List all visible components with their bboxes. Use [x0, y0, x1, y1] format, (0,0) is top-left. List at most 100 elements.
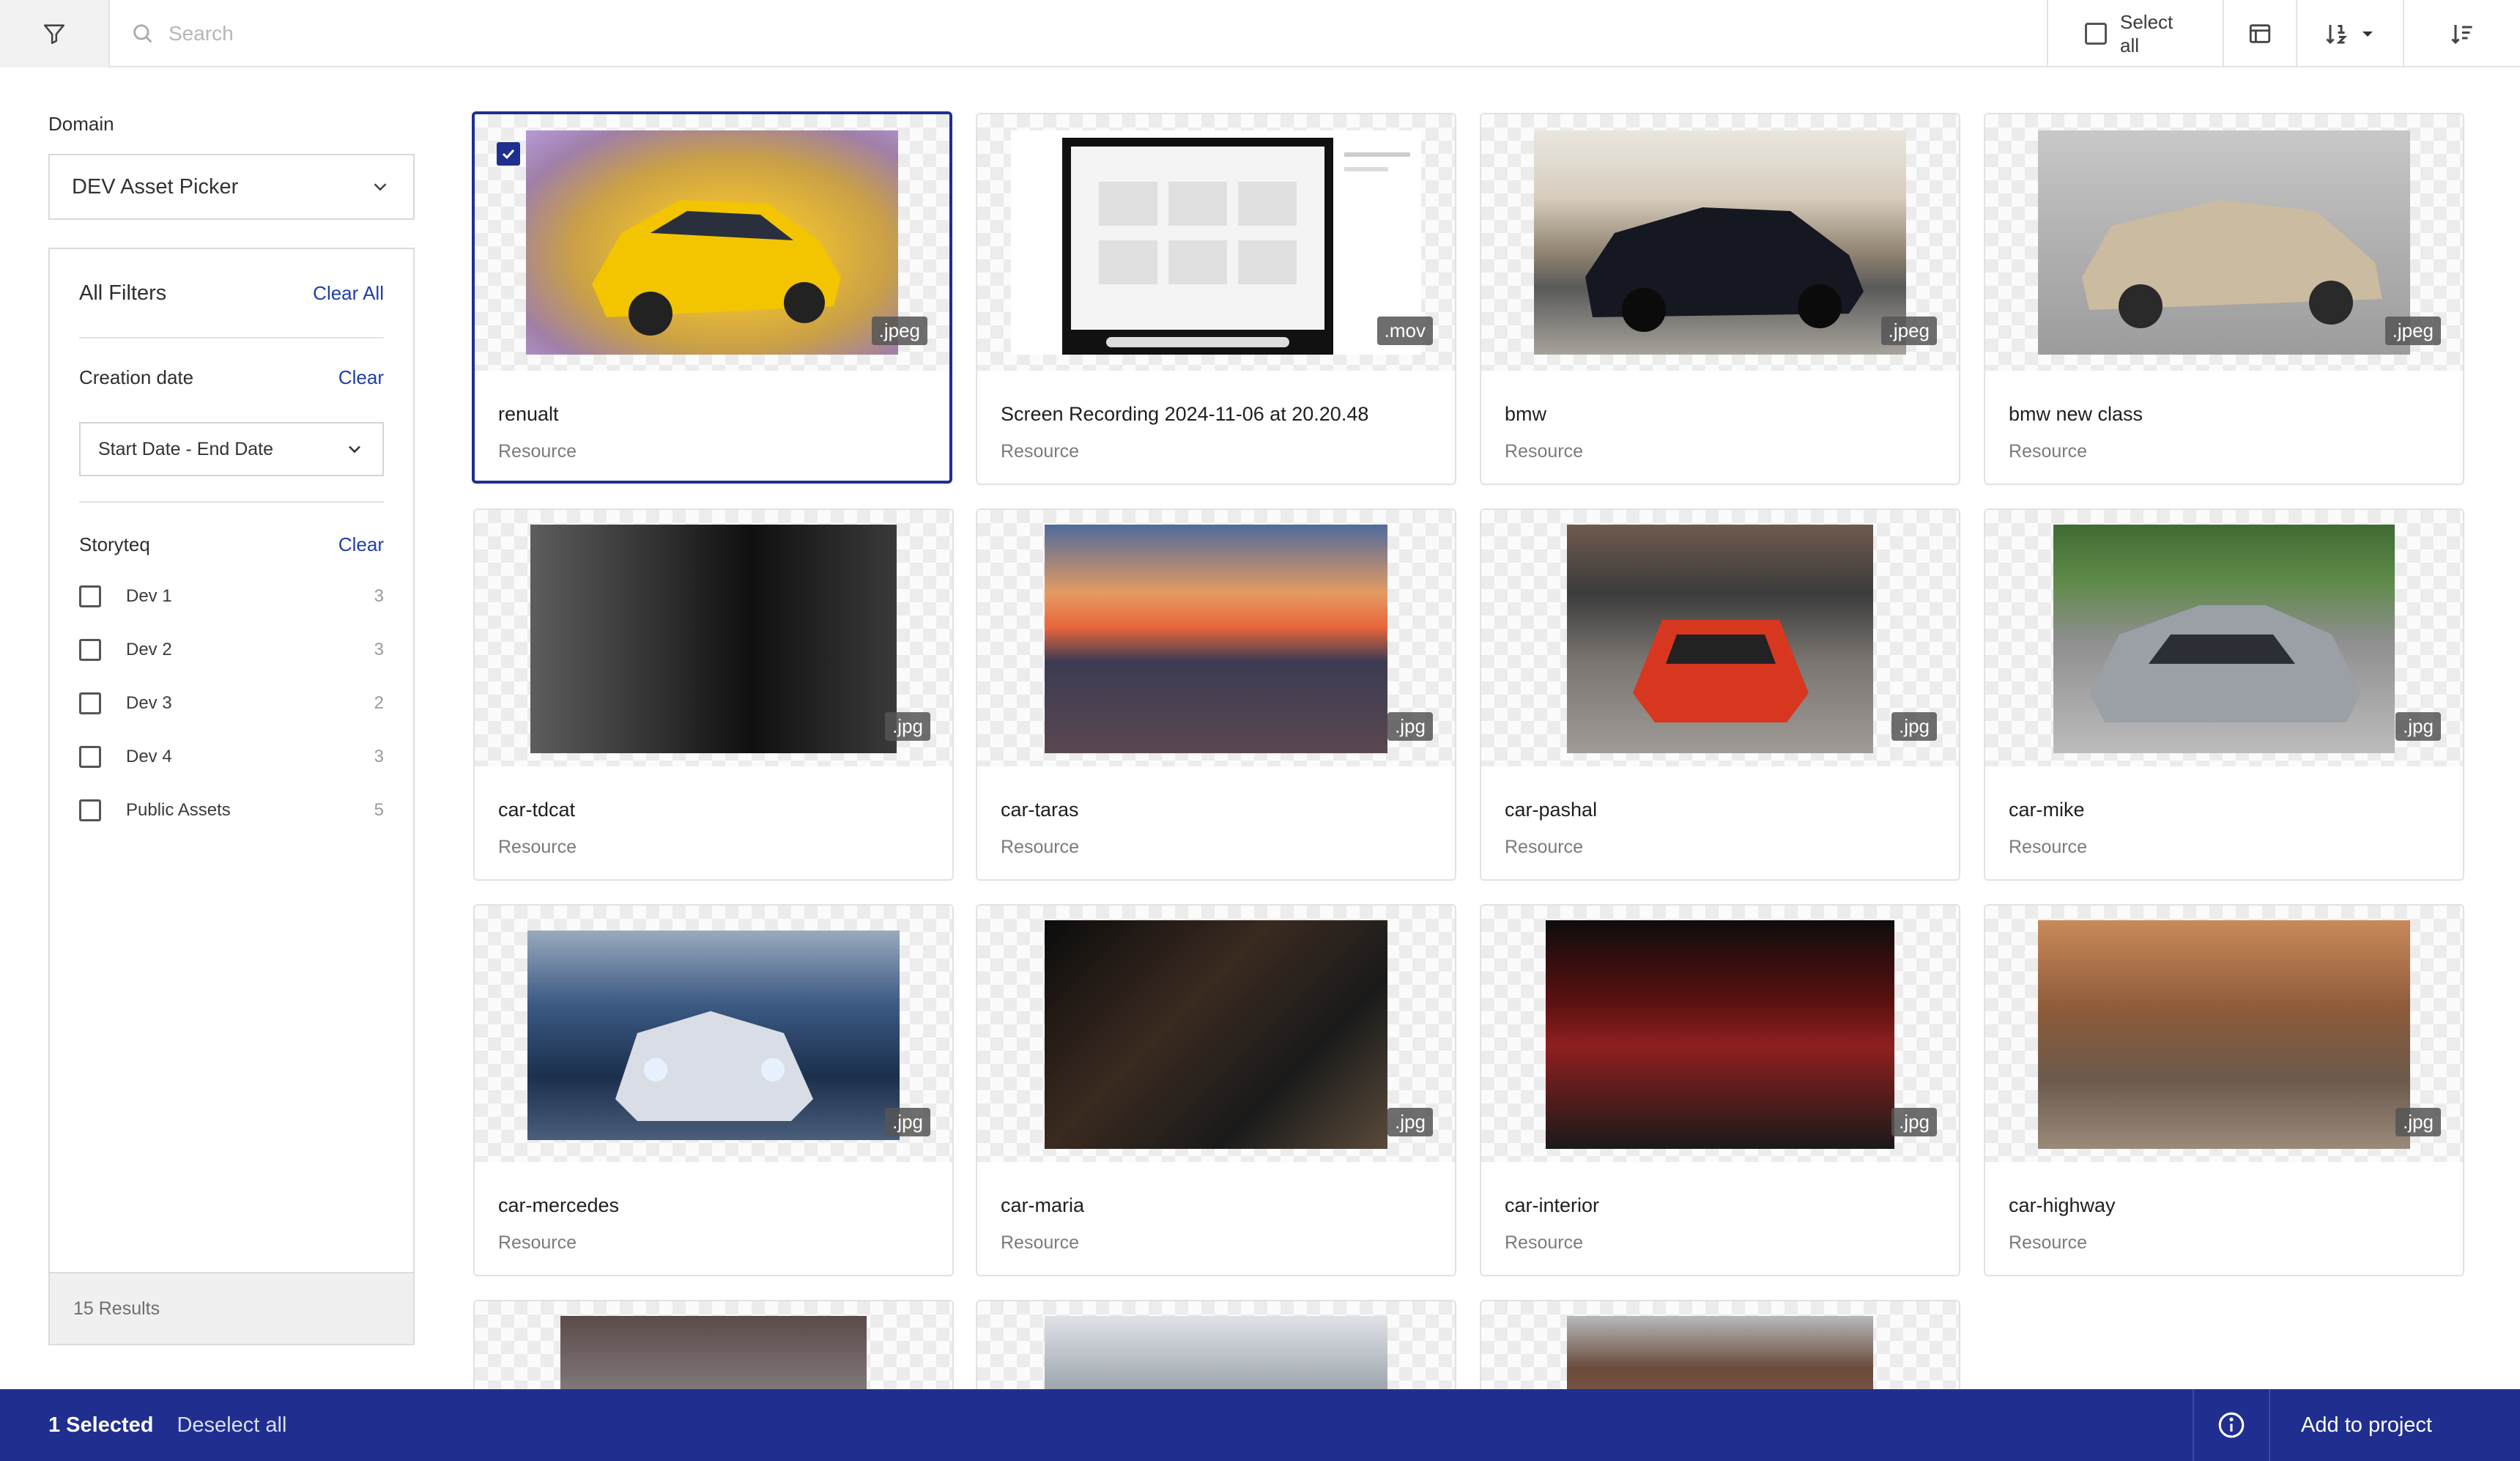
asset-type: Resource: [1505, 441, 1583, 462]
all-filters-title: All Filters: [79, 281, 167, 305]
screen-recording-preview: [1011, 130, 1421, 355]
file-extension-badge: .jpg: [1891, 712, 1937, 741]
asset-card[interactable]: .jpg car-highway Resource: [1984, 904, 2464, 1276]
asset-image: [527, 931, 900, 1140]
asset-image: [2038, 920, 2410, 1149]
car-illustration: [1633, 620, 1809, 722]
asset-image: [1045, 525, 1387, 753]
asset-type: Resource: [498, 837, 577, 857]
asset-card[interactable]: .jpg car-interior Resource: [1480, 904, 1960, 1276]
asset-type: Resource: [1505, 837, 1583, 857]
filter-option-dev-1[interactable]: Dev 1 3: [79, 582, 384, 611]
sort-dropdown-button[interactable]: [2296, 0, 2403, 67]
file-extension-badge: .jpg: [885, 1108, 930, 1136]
filter-checkbox[interactable]: [79, 639, 101, 661]
filter-option-count: 3: [374, 586, 384, 606]
filter-option-dev-2[interactable]: Dev 2 3: [79, 635, 384, 665]
sort-direction-button[interactable]: [2403, 0, 2520, 67]
asset-thumbnail: .jpg: [977, 906, 1455, 1162]
chevron-down-icon: [374, 183, 387, 191]
filter-option-dev-4[interactable]: Dev 4 3: [79, 742, 384, 772]
selected-checkbox[interactable]: [497, 142, 520, 166]
filter-option-label: Dev 3: [126, 693, 172, 713]
asset-card[interactable]: .jpeg bmw new class Resource: [1984, 113, 2464, 485]
asset-title: car-maria: [1001, 1194, 1085, 1216]
filter-icon: [43, 24, 65, 45]
check-icon: [502, 149, 515, 160]
asset-type: Resource: [2009, 837, 2087, 857]
add-to-project-button[interactable]: Add to project: [2270, 1413, 2520, 1438]
file-extension-badge: .mov: [1376, 317, 1433, 345]
date-range-select[interactable]: Start Date - End Date: [79, 422, 384, 476]
asset-image: [2038, 130, 2410, 355]
divider: [79, 501, 384, 503]
asset-type: Resource: [2009, 1232, 2087, 1253]
file-extension-badge: .jpg: [885, 712, 930, 741]
deselect-all-button[interactable]: Deselect all: [177, 1413, 286, 1438]
info-button[interactable]: [2193, 1389, 2271, 1461]
asset-card[interactable]: .jpg car-pashal Resource: [1480, 508, 1960, 881]
filter-option-public-assets[interactable]: Public Assets 5: [79, 796, 384, 825]
asset-title: car-mercedes: [498, 1194, 620, 1216]
asset-image: [530, 525, 897, 753]
asset-thumbnail: .jpg: [977, 510, 1455, 766]
asset-card[interactable]: .jpg car-taras Resource: [976, 508, 1456, 881]
asset-card[interactable]: .jpeg renualt Resource: [472, 111, 952, 484]
asset-thumbnail: .jpeg: [1985, 114, 2463, 371]
toolbar: Select all: [0, 0, 2520, 67]
search-box[interactable]: [130, 16, 1229, 51]
filter-checkbox[interactable]: [79, 585, 101, 607]
file-extension-badge: .jpg: [1891, 1108, 1937, 1136]
asset-card[interactable]: .jpg car-tdcat Resource: [473, 508, 954, 881]
car-illustration: [1585, 207, 1864, 332]
filter-option-dev-3[interactable]: Dev 3 2: [79, 689, 384, 718]
asset-type: Resource: [1001, 1232, 1079, 1253]
asset-title: car-tdcat: [498, 799, 576, 821]
select-all-checkbox[interactable]: [2085, 23, 2107, 45]
asset-type: Resource: [2009, 441, 2087, 462]
car-illustration: [2082, 200, 2382, 328]
asset-card[interactable]: .jpg car-mike Resource: [1984, 508, 2464, 881]
view-mode-button[interactable]: [2223, 0, 2296, 67]
asset-thumbnail: .jpg: [1481, 906, 1959, 1162]
storyteq-clear-link[interactable]: Clear: [338, 533, 384, 556]
filter-option-label: Public Assets: [126, 800, 231, 820]
asset-card[interactable]: .jpg car-mercedes Resource: [473, 904, 954, 1276]
creation-date-label: Creation date: [79, 366, 194, 388]
filter-option-label: Dev 4: [126, 747, 172, 766]
file-extension-badge: .jpg: [1387, 712, 1433, 741]
filter-option-label: Dev 1: [126, 586, 172, 606]
search-input[interactable]: [168, 22, 1194, 45]
asset-thumbnail: .mov: [977, 114, 1455, 371]
asset-type: Resource: [1001, 837, 1079, 857]
domain-label: Domain: [48, 113, 114, 135]
file-extension-badge: .jpeg: [2384, 317, 2441, 345]
filter-checkbox[interactable]: [79, 692, 101, 714]
asset-image: [1546, 920, 1894, 1149]
domain-select[interactable]: DEV Asset Picker: [48, 154, 415, 220]
asset-type: Resource: [498, 1232, 577, 1253]
layout-icon: [2249, 24, 2271, 43]
asset-title: car-pashal: [1505, 799, 1598, 821]
clear-all-link[interactable]: Clear All: [313, 282, 384, 305]
asset-image: [1567, 525, 1873, 753]
filter-checkbox[interactable]: [79, 746, 101, 768]
asset-title: car-taras: [1001, 799, 1079, 821]
filter-checkbox[interactable]: [79, 799, 101, 821]
search-icon: [133, 24, 152, 43]
filter-toggle-button[interactable]: [0, 0, 110, 67]
asset-thumbnail: .jpeg: [475, 114, 949, 371]
asset-card[interactable]: .jpeg bmw Resource: [1480, 113, 1960, 485]
select-all-toggle[interactable]: Select all: [2047, 0, 2223, 67]
asset-type: Resource: [1001, 441, 1079, 462]
creation-date-clear-link[interactable]: Clear: [338, 366, 384, 389]
file-extension-badge: .jpg: [1387, 1108, 1433, 1136]
asset-card[interactable]: .mov Screen Recording 2024-11-06 at 20.2…: [976, 113, 1456, 485]
asset-thumbnail: .jpg: [475, 510, 952, 766]
filter-option-count: 5: [374, 800, 384, 820]
asset-thumbnail: .jpg: [1985, 906, 2463, 1162]
sort-order-icon: [2326, 25, 2348, 45]
asset-card[interactable]: .jpg car-maria Resource: [976, 904, 1456, 1276]
asset-title: car-highway: [2009, 1194, 2116, 1216]
asset-title: bmw new class: [2009, 403, 2143, 425]
